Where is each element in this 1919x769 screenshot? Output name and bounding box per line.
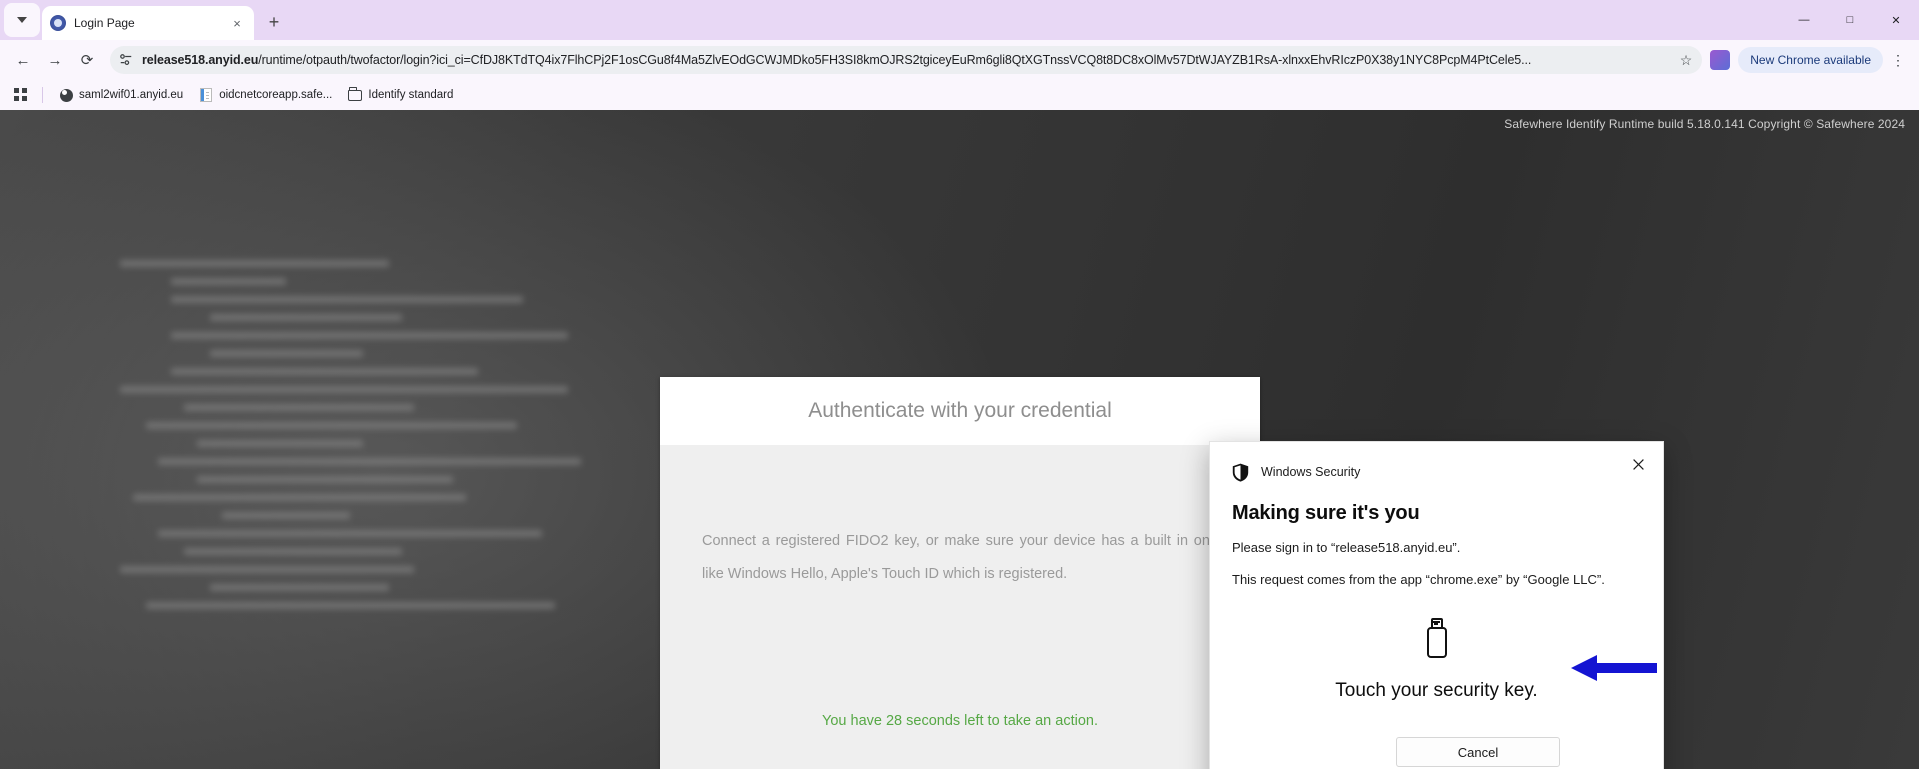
bookmark-label: Identify standard xyxy=(368,89,454,101)
bookmark-star-icon[interactable]: ☆ xyxy=(1680,52,1693,69)
shield-icon xyxy=(1232,463,1249,482)
new-tab-button[interactable]: + xyxy=(260,8,288,36)
dialog-action-text: Touch your security key. xyxy=(1335,680,1538,702)
reload-button[interactable]: ⟳ xyxy=(72,45,102,75)
bookmarks-bar: saml2wif01.anyid.eu oidcnetcoreapp.safe.… xyxy=(0,80,1919,110)
browser-menu-icon[interactable]: ⋮ xyxy=(1885,45,1911,75)
window-controls: — □ ✕ xyxy=(1781,0,1919,40)
url-path: /runtime/otpauth/twofactor/login?ici_ci=… xyxy=(258,53,1532,67)
window-close-button[interactable]: ✕ xyxy=(1873,0,1919,40)
bookmark-item-saml2wif01[interactable]: saml2wif01.anyid.eu xyxy=(53,85,189,105)
close-icon[interactable]: × xyxy=(228,14,246,32)
maximize-button[interactable]: □ xyxy=(1827,0,1873,40)
bookmarks-separator xyxy=(42,87,43,103)
dialog-origin-line: This request comes from the app “chrome.… xyxy=(1232,571,1605,587)
dialog-titlebar: Windows Security xyxy=(1210,442,1663,486)
dialog-app-name: Windows Security xyxy=(1261,465,1361,479)
tab-title: Login Page xyxy=(74,16,135,30)
page-info-icon[interactable] xyxy=(118,52,134,68)
bookmark-label: oidcnetcoreapp.safe... xyxy=(219,89,333,101)
cancel-button[interactable]: Cancel xyxy=(1396,737,1560,767)
chrome-update-button[interactable]: New Chrome available xyxy=(1738,47,1883,73)
card-header: Authenticate with your credential xyxy=(660,377,1260,445)
bookmark-label: saml2wif01.anyid.eu xyxy=(79,89,184,101)
browser-tab[interactable]: Login Page × xyxy=(42,6,254,40)
url-text: release518.anyid.eu/runtime/otpauth/twof… xyxy=(142,53,1672,67)
countdown-message: You have 28 seconds left to take an acti… xyxy=(822,713,1098,729)
tab-search-button[interactable] xyxy=(4,3,40,37)
chevron-down-icon xyxy=(17,17,27,23)
authentication-card: Authenticate with your credential Connec… xyxy=(660,377,1260,769)
forward-button[interactable]: → xyxy=(40,45,70,75)
left-arrow-annotation-icon xyxy=(1571,653,1657,683)
url-host: release518.anyid.eu xyxy=(142,53,259,67)
globe-favicon-icon xyxy=(59,88,73,102)
browser-toolbar: ← → ⟳ release518.anyid.eu/runtime/otpaut… xyxy=(0,40,1919,80)
back-button[interactable]: ← xyxy=(8,45,38,75)
extension-icon[interactable] xyxy=(1710,50,1731,70)
copyright-text: Safewhere Identify Runtime build 5.18.0.… xyxy=(1504,117,1905,131)
page-viewport: Safewhere Identify Runtime build 5.18.0.… xyxy=(0,110,1919,769)
browser-window: Login Page × + — □ ✕ ← → ⟳ release518.an… xyxy=(0,0,1919,769)
dialog-signin-line: Please sign in to “release518.anyid.eu”. xyxy=(1232,540,1461,555)
folder-icon xyxy=(348,87,363,102)
dialog-heading: Making sure it's you xyxy=(1232,502,1420,524)
page-title: Authenticate with your credential xyxy=(808,399,1112,422)
address-bar[interactable]: release518.anyid.eu/runtime/otpauth/twof… xyxy=(110,46,1703,74)
document-favicon-icon xyxy=(199,88,213,102)
close-icon[interactable] xyxy=(1623,451,1653,477)
windows-security-dialog: Windows Security Making sure it's you Pl… xyxy=(1209,441,1664,769)
apps-grid-icon[interactable] xyxy=(10,84,32,106)
card-body: Connect a registered FIDO2 key, or make … xyxy=(660,445,1260,769)
security-key-icon xyxy=(1424,618,1450,659)
bookmark-folder-identify-standard[interactable]: Identify standard xyxy=(342,85,459,105)
safewhere-favicon-icon xyxy=(50,15,66,31)
tab-strip: Login Page × + — □ ✕ xyxy=(0,0,1919,40)
bookmark-item-oidcnetcoreapp[interactable]: oidcnetcoreapp.safe... xyxy=(193,85,338,105)
minimize-button[interactable]: — xyxy=(1781,0,1827,40)
card-description: Connect a registered FIDO2 key, or make … xyxy=(702,533,1218,582)
